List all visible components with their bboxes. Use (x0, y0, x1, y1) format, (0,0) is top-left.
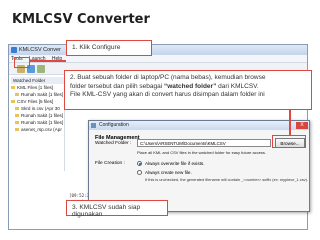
callout-step-2-line-1: 2. Buat sebuah folder di laptop/PC (nama… (70, 74, 266, 81)
folder-icon (15, 121, 19, 125)
watched-folder-input[interactable]: C:\Users\ARSENTUM\Documents\KMLCSV (137, 139, 271, 147)
folder-icon (15, 93, 19, 97)
overwrite-radio[interactable] (137, 161, 142, 166)
create-new-radio-label: Always create new file. (145, 170, 192, 175)
tree-item[interactable]: Rumah Sakit [1 files] (11, 112, 64, 119)
callout-step-3: 3. KMLCSV sudah siap digunakan (66, 200, 168, 218)
app-titlebar: KMLCSV Conver (9, 45, 307, 55)
tree-item[interactable]: Rumah Sakit [1 files] (11, 91, 64, 98)
callout-step-2: 2. Buat sebuah folder di laptop/PC (nama… (64, 70, 312, 110)
create-new-hint: If this is unchecked, the generated file… (145, 177, 308, 182)
configure-highlight (14, 57, 30, 68)
tree-item-label: Rumah Sakit [1 files] (21, 120, 64, 125)
browse-highlight (272, 135, 306, 148)
folder-icon (11, 86, 15, 90)
tree-item-label: Rumah Sakit [1 files] (21, 92, 64, 97)
watched-folder-label: Watched Folder : (95, 141, 132, 146)
callout-step-2-bold: “watched folder” (163, 82, 217, 90)
app-menubar: Tools Launch Help (9, 55, 307, 63)
file-icon (15, 107, 19, 111)
callout-step-2-line-2: folder tersebut dan pilih sebagai “watch… (70, 83, 306, 92)
callout-connector (30, 60, 66, 62)
configuration-icon (91, 123, 96, 128)
callout-step-1: 1. Klik Configure (66, 40, 152, 56)
overwrite-radio-label: Always overwrite file if exists. (145, 161, 205, 166)
configuration-dialog: Configuration X File Management Watched … (88, 120, 310, 212)
tree-item[interactable]: asenet_rsp.csv (Apr (11, 126, 64, 133)
tree-item[interactable]: Rumah Sakit [1 files] (11, 119, 64, 126)
close-icon[interactable]: X (296, 122, 308, 129)
tree-item-label: asenet_rsp.csv (Apr (21, 127, 62, 132)
callout-connector (289, 110, 291, 135)
app-window-title: KMLCSV Conver (19, 47, 61, 53)
dialog-title: Configuration (99, 122, 129, 128)
tree-header: Watched Folder (11, 77, 64, 84)
create-new-radio[interactable] (137, 170, 142, 175)
slide-title: KMLCSV Converter (12, 12, 150, 27)
convert-tool-icon[interactable] (37, 65, 45, 73)
file-icon (15, 128, 19, 132)
callout-step-2-text: dari KMLCSV. (216, 82, 259, 90)
tree-item[interactable]: Skrd in.csv (Apr 30 (11, 105, 64, 112)
tree-item[interactable]: KML Files [1 files] (11, 84, 64, 91)
file-creation-label: File Creation : (95, 161, 125, 166)
tree-item-label: Rumah Sakit [1 files] (21, 113, 64, 118)
tree-item[interactable]: CSV Files [5 files] (11, 98, 64, 105)
callout-step-2-text: folder tersebut dan pilih sebagai (70, 82, 164, 90)
folder-icon (15, 114, 19, 118)
watched-folder-hint: Place all KML and CSV files in the watch… (137, 150, 267, 155)
callout-step-2-line-3: File KML-CSV yang akan di convert harus … (70, 91, 265, 99)
watched-folder-tree: Watched Folder KML Files [1 files] Rumah… (11, 77, 65, 171)
folder-icon (11, 100, 15, 104)
app-logo-icon (11, 47, 17, 53)
tree-item-label: KML Files [1 files] (17, 85, 54, 90)
tree-item-label: Skrd in.csv (Apr 30 (21, 106, 60, 111)
dialog-titlebar: Configuration X (89, 121, 309, 130)
tree-item-label: CSV Files [5 files] (17, 99, 54, 104)
